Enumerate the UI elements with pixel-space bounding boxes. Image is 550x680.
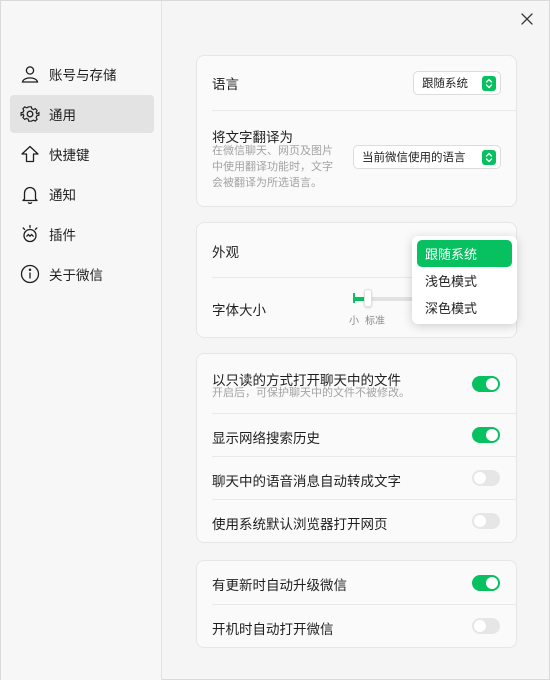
sidebar-item-notifications[interactable]: 通知 [10,175,154,213]
sidebar-item-label: 通知 [49,188,76,204]
settings-window: 账号与存储 通用 快捷键 通知 插件 关于微信 语言 跟随系统 将文字翻译为 在… [0,0,550,680]
update-card: 有更新时自动升级微信 开机时自动打开微信 [196,560,517,648]
appearance-option-follow-system[interactable]: 跟随系统 [417,240,512,267]
settings-sidebar: 账号与存储 通用 快捷键 通知 插件 关于微信 [1,1,162,680]
divider [212,413,516,414]
appearance-option-dark[interactable]: 深色模式 [417,294,512,321]
auto-start-label: 开机时自动打开微信 [212,622,334,638]
toggle-knob [486,378,498,390]
close-button[interactable] [517,9,537,29]
font-size-slider-handle[interactable] [364,289,372,307]
language-select-value: 跟随系统 [422,76,468,90]
sidebar-item-general[interactable]: 通用 [10,95,154,133]
font-size-slider-track[interactable] [353,297,413,301]
voice-to-text-toggle[interactable] [472,470,500,486]
auto-update-label: 有更新时自动升级微信 [212,578,347,594]
sidebar-item-label: 插件 [49,228,76,244]
readonly-files-description: 开启后，可保护聊天中的文件不被修改。 [212,386,410,399]
sidebar-item-label: 通用 [49,108,76,124]
translate-language-select[interactable]: 当前微信使用的语言 [353,145,501,169]
toggle-knob [474,515,486,527]
toggle-knob [474,620,486,632]
system-browser-label: 使用系统默认浏览器打开网页 [212,517,388,533]
appearance-dropdown-menu: 跟随系统 浅色模式 深色模式 [412,236,517,324]
sidebar-item-account-storage[interactable]: 账号与存储 [10,55,154,93]
chevron-updown-icon [482,150,496,165]
sidebar-item-about-wechat[interactable]: 关于微信 [10,255,154,293]
plugin-icon [20,224,40,244]
search-history-toggle[interactable] [472,427,500,443]
divider [212,110,516,111]
language-select[interactable]: 跟随系统 [413,71,501,95]
gear-icon [20,104,40,124]
sidebar-item-label: 账号与存储 [49,68,117,84]
language-label: 语言 [212,77,239,93]
person-icon [20,64,40,84]
font-size-standard-label: 标准 [365,316,385,327]
voice-to-text-label: 聊天中的语音消息自动转成文字 [212,474,401,490]
divider [212,604,516,605]
toggle-knob [474,472,486,484]
font-size-small-label: 小 [349,316,359,327]
divider [212,456,516,457]
appearance-option-light[interactable]: 浅色模式 [417,267,512,294]
font-size-label: 字体大小 [212,303,266,319]
sidebar-item-label: 快捷键 [49,148,90,164]
sidebar-item-shortcuts[interactable]: 快捷键 [10,135,154,173]
auto-start-toggle[interactable] [472,618,500,634]
close-icon [521,13,533,25]
appearance-label: 外观 [212,245,239,261]
font-size-slider-tick [353,293,355,303]
chat-files-card: 以只读的方式打开聊天中的文件 开启后，可保护聊天中的文件不被修改。 显示网络搜索… [196,353,517,543]
bell-icon [20,184,40,204]
search-history-label: 显示网络搜索历史 [212,431,320,447]
sidebar-item-plugins[interactable]: 插件 [10,215,154,253]
divider [212,499,516,500]
auto-update-toggle[interactable] [472,575,500,591]
language-card: 语言 跟随系统 将文字翻译为 在微信聊天、网页及图片 中使用翻译功能时，文字 会… [196,55,517,207]
system-browser-toggle[interactable] [472,513,500,529]
readonly-files-toggle[interactable] [472,376,500,392]
translate-select-value: 当前微信使用的语言 [362,150,466,164]
info-icon [20,264,40,284]
toggle-knob [486,577,498,589]
arrow-up-icon [20,144,40,164]
chevron-updown-icon [482,76,496,91]
sidebar-item-label: 关于微信 [49,268,103,284]
toggle-knob [486,429,498,441]
